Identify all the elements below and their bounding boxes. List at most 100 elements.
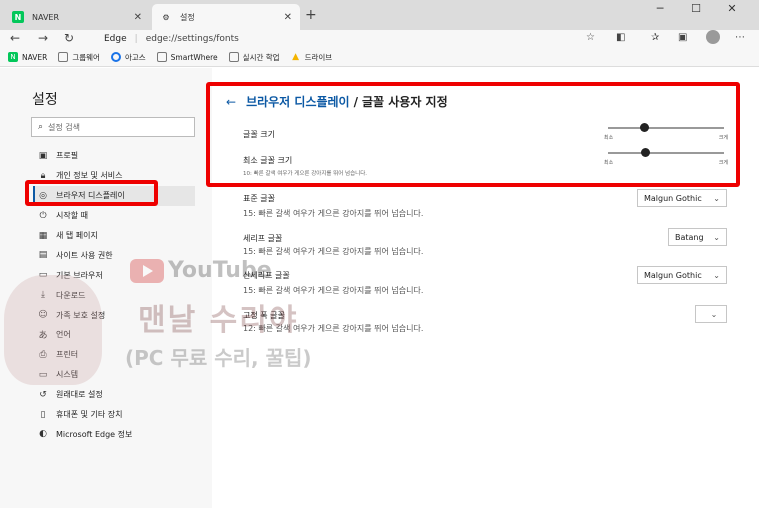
- serif-font-preview: 15: 빠른 갈색 여우가 게으른 강아지를 뛰어 넘습니다.: [243, 247, 424, 256]
- tab-title: 설정: [180, 12, 195, 22]
- chevron-down-icon: ⌄: [713, 270, 720, 280]
- sidebar-item-family[interactable]: ☺ 가족 보호 설정: [33, 305, 195, 325]
- bookmark-smartwhere[interactable]: SmartWhere: [156, 52, 218, 62]
- circle-icon: [110, 52, 121, 62]
- standard-font-select[interactable]: Malgun Gothic ⌄: [637, 189, 727, 207]
- family-icon: ☺: [38, 310, 48, 321]
- chevron-down-icon: ⌄: [710, 309, 718, 319]
- bookmark-groupware[interactable]: 그룹웨어: [58, 52, 100, 63]
- bookmarks-bar: N NAVER 그룹웨어 아고스 SmartWhere 실시간 학업 ▲ 드라이…: [0, 48, 759, 67]
- sans-serif-font-select[interactable]: Malgun Gothic ⌄: [637, 266, 727, 284]
- standard-font-label: 표준 글꼴: [243, 194, 275, 203]
- select-value: Malgun Gothic: [644, 193, 702, 203]
- sidebar-item-label: 휴대폰 및 기타 장치: [56, 410, 123, 420]
- refresh-button[interactable]: ↻: [64, 31, 74, 45]
- sidebar-item-label: 다운로드: [56, 290, 86, 300]
- settings-search-input[interactable]: ⌕ 설정 검색: [31, 117, 195, 137]
- bookmark-label: 드라이브: [304, 52, 333, 62]
- fixed-font-select[interactable]: ⌄: [695, 305, 727, 323]
- select-value: Malgun Gothic: [644, 270, 702, 280]
- sidebar-item-default-browser[interactable]: ▭ 기본 브라우저: [33, 265, 195, 285]
- language-icon: あ: [38, 331, 48, 342]
- sidebar-item-label: 시작할 때: [56, 211, 88, 221]
- naver-favicon: N: [8, 52, 18, 62]
- fixed-font-preview: 12: 빠른 갈색 여우가 게으른 강아지를 뛰어 넘습니다.: [243, 324, 424, 333]
- fixed-font-label: 고정 폭 글꼴: [243, 311, 285, 320]
- profile-icon: ▣: [38, 150, 48, 161]
- sans-serif-font-label: 산세리프 글꼴: [243, 271, 290, 280]
- sidebar-item-new-tab[interactable]: ▦ 새 탭 페이지: [33, 226, 195, 246]
- sidebar-item-label: 사이트 사용 권한: [56, 250, 113, 260]
- power-icon: ⏻: [39, 210, 47, 221]
- sidebar-item-reset[interactable]: ↺ 원래대로 설정: [33, 385, 195, 405]
- tab-title: NAVER: [32, 12, 60, 22]
- tab-naver[interactable]: N NAVER ✕: [4, 4, 150, 30]
- sidebar-item-downloads[interactable]: ⤓ 다운로드: [33, 285, 195, 305]
- close-window-icon[interactable]: ✕: [712, 2, 752, 15]
- url-text: edge://settings/fonts: [145, 33, 239, 44]
- page-icon: [156, 52, 167, 62]
- address-bar: ← → ↻ Edge | edge://settings/fonts ☆ ◧ ✰…: [0, 30, 759, 48]
- browser-icon: ▭: [38, 270, 48, 281]
- page-icon: [228, 52, 239, 62]
- phone-icon: ▯: [40, 409, 46, 420]
- sidebar-item-site-permissions[interactable]: ▤ 사이트 사용 권한: [33, 245, 195, 265]
- sidebar-item-profile[interactable]: ▣ 프로필: [33, 146, 195, 166]
- sidebar-item-label: 시스템: [56, 370, 79, 380]
- sidebar-item-about[interactable]: ◐ Microsoft Edge 정보: [33, 424, 195, 444]
- bookmark-label: 그룹웨어: [72, 52, 100, 62]
- separator: |: [134, 33, 138, 44]
- bookmark-label: NAVER: [22, 52, 48, 62]
- avatar[interactable]: [706, 30, 720, 44]
- new-tab-button[interactable]: +: [305, 7, 317, 23]
- bookmark-naver[interactable]: N NAVER: [8, 52, 47, 62]
- sidebar-item-label: 새 탭 페이지: [56, 231, 98, 240]
- collections-icon[interactable]: ▣: [678, 32, 687, 43]
- search-placeholder: 설정 검색: [48, 122, 81, 132]
- highlight-box-font-settings: [206, 82, 740, 187]
- close-icon[interactable]: ✕: [284, 12, 292, 23]
- back-button[interactable]: ←: [10, 31, 20, 45]
- printer-icon: ⎙: [39, 349, 47, 360]
- sidebar-item-on-startup[interactable]: ⏻ 시작할 때: [33, 206, 195, 226]
- sidebar-item-label: Microsoft Edge 정보: [56, 429, 133, 439]
- star-icon[interactable]: ☆: [586, 32, 595, 43]
- forward-button[interactable]: →: [38, 31, 48, 45]
- more-menu-icon[interactable]: ⋯: [735, 32, 745, 43]
- sidebar-item-label: 프린터: [56, 350, 79, 360]
- naver-favicon: N: [12, 11, 24, 23]
- system-icon: ▭: [38, 369, 48, 380]
- drive-icon: ▲: [292, 52, 300, 62]
- favorites-icon[interactable]: ✰: [651, 32, 659, 43]
- bookmark-agos[interactable]: 아고스: [110, 52, 146, 63]
- chevron-down-icon: ⌄: [713, 232, 720, 242]
- serif-font-label: 세리프 글꼴: [243, 234, 283, 243]
- sidebar-item-languages[interactable]: あ 언어: [33, 325, 195, 345]
- settings-title: 설정: [32, 92, 58, 108]
- search-icon: ⌕: [38, 122, 44, 132]
- maximize-icon[interactable]: ☐: [676, 2, 716, 15]
- download-icon: ⤓: [41, 290, 45, 301]
- url-field[interactable]: Edge | edge://settings/fonts: [86, 30, 606, 47]
- bookmark-label: 아고스: [124, 52, 146, 62]
- sidebar-item-system[interactable]: ▭ 시스템: [33, 365, 195, 385]
- tab-bar: N NAVER ✕ ⚙ 설정 ✕ + ─ ☐ ✕: [0, 0, 759, 30]
- settings-sidebar: 설정 ⌕ 설정 검색 ▣ 프로필 🔒︎ 개인 정보 및 서비스 ◎ 브라우저 디스플레…: [0, 68, 212, 508]
- minimize-icon[interactable]: ─: [640, 2, 680, 15]
- edge-icon: ◐: [39, 429, 47, 440]
- tab-settings[interactable]: ⚙ 설정 ✕: [152, 4, 300, 30]
- gear-icon: ⚙: [162, 12, 170, 22]
- sidebar-item-printers[interactable]: ⎙ 프린터: [33, 345, 195, 365]
- newtab-icon: ▦: [38, 230, 48, 241]
- close-icon[interactable]: ✕: [134, 12, 142, 23]
- sidebar-item-label: 가족 보호 설정: [56, 310, 106, 320]
- standard-font-preview: 15: 빠른 갈색 여우가 게으른 강아지를 뛰어 넘습니다.: [243, 209, 424, 218]
- sidebar-item-phone[interactable]: ▯ 휴대폰 및 기타 장치: [33, 405, 195, 425]
- serif-font-select[interactable]: Batang ⌄: [668, 228, 727, 246]
- bookmark-drive[interactable]: ▲ 드라이브: [291, 52, 333, 63]
- extension-icon[interactable]: ◧: [616, 32, 625, 43]
- sidebar-item-label: 원래대로 설정: [56, 390, 103, 400]
- bookmark-realtime[interactable]: 실시간 학업: [228, 52, 280, 63]
- sidebar-item-label: 기본 브라우저: [56, 270, 103, 280]
- sidebar-item-label: 프로필: [56, 151, 79, 161]
